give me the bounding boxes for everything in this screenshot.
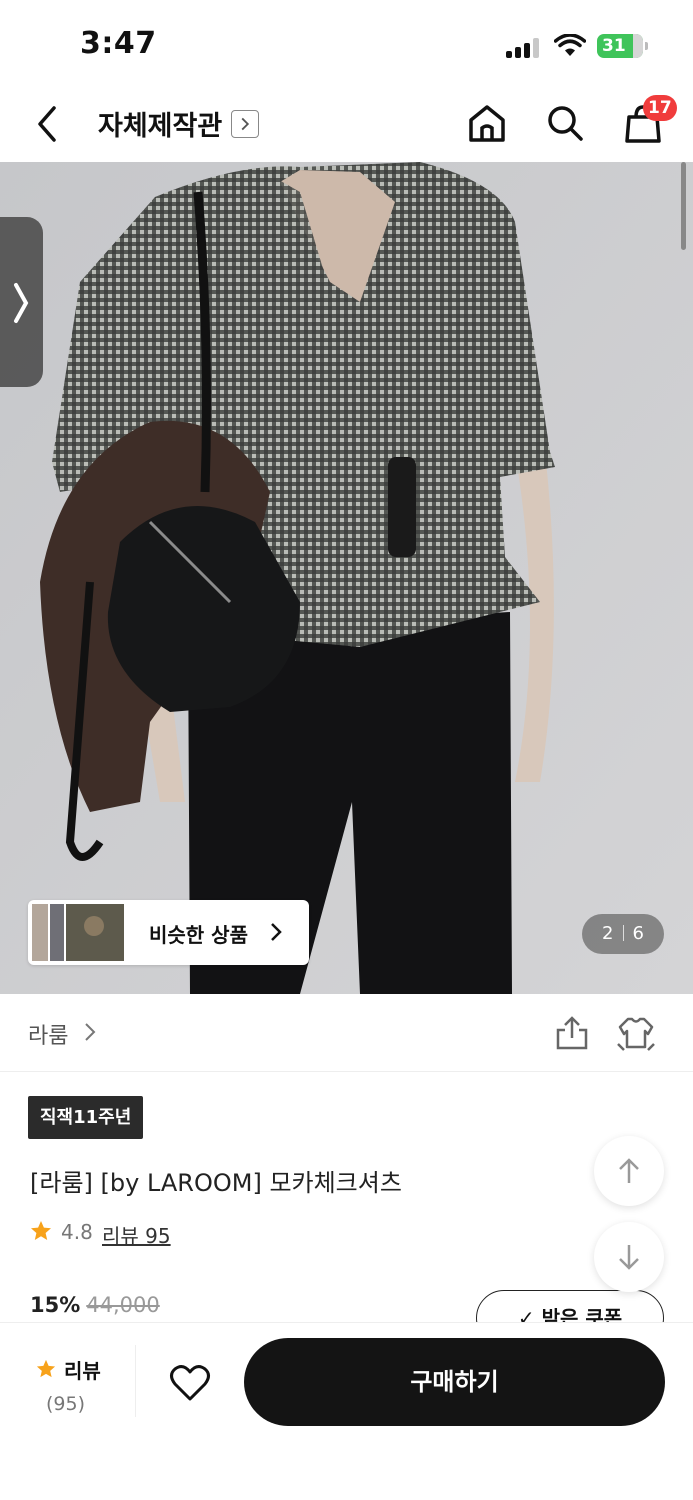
buy-button[interactable]: 구매하기 bbox=[244, 1338, 665, 1426]
chevron-right-icon bbox=[271, 923, 282, 941]
top-nav: 자체제작관 bbox=[0, 88, 693, 162]
review-summary-count: (95) bbox=[46, 1393, 86, 1415]
current-page: 2 bbox=[602, 923, 614, 944]
similar-thumbnails bbox=[32, 904, 124, 961]
battery-indicator: 31 bbox=[597, 34, 648, 58]
home-icon[interactable] bbox=[466, 102, 508, 144]
discount-rate: 15% bbox=[30, 1293, 81, 1317]
status-bar: 3:47 31 bbox=[0, 0, 693, 88]
side-panel-toggle[interactable] bbox=[0, 217, 43, 387]
cellular-signal-icon bbox=[506, 38, 542, 58]
rating-score: 4.8 bbox=[61, 1220, 93, 1244]
share-icon[interactable] bbox=[552, 1014, 592, 1052]
total-pages: 6 bbox=[632, 923, 644, 944]
scroll-top-button[interactable] bbox=[594, 1136, 664, 1206]
arrow-down-icon bbox=[619, 1245, 639, 1270]
original-price: 44,000 bbox=[86, 1293, 160, 1317]
chevron-right-icon[interactable] bbox=[84, 1022, 96, 1042]
scroll-bottom-button[interactable] bbox=[594, 1222, 664, 1292]
back-arrow-icon[interactable] bbox=[30, 102, 66, 146]
bottom-action-bar: 리뷰 (95) 구매하기 bbox=[0, 1322, 693, 1500]
battery-level: 31 bbox=[602, 36, 626, 56]
cart-count-badge: 17 bbox=[643, 95, 677, 121]
similar-products-label: 비슷한 상품 bbox=[149, 923, 248, 947]
image-page-counter: 26 bbox=[582, 914, 664, 954]
similar-products-button[interactable]: 비슷한 상품 bbox=[28, 900, 309, 965]
status-time: 3:47 bbox=[80, 26, 157, 61]
star-icon bbox=[31, 1221, 51, 1240]
brand-link[interactable]: 라룸 bbox=[28, 1018, 68, 1050]
search-icon[interactable] bbox=[544, 102, 586, 144]
brand-row: 라룸 bbox=[0, 994, 693, 1072]
review-summary-button[interactable]: 리뷰 (95) bbox=[34, 1353, 114, 1415]
star-icon bbox=[36, 1359, 56, 1378]
fitting-room-icon[interactable] bbox=[616, 1014, 656, 1052]
review-link[interactable]: 리뷰 95 bbox=[102, 1220, 171, 1249]
product-image-gallery[interactable]: 비슷한 상품 26 bbox=[0, 162, 693, 994]
heart-icon[interactable] bbox=[169, 1363, 211, 1403]
chevron-right-icon[interactable] bbox=[231, 110, 259, 138]
scroll-indicator bbox=[681, 162, 686, 250]
product-photo bbox=[0, 162, 693, 994]
page-title[interactable]: 자체제작관 bbox=[98, 104, 222, 143]
arrow-up-icon bbox=[619, 1158, 639, 1183]
chevron-right-icon bbox=[14, 283, 29, 323]
anniversary-tag: 직잭11주년 bbox=[28, 1096, 144, 1139]
divider bbox=[135, 1345, 136, 1417]
price-row: 15% 44,000 bbox=[30, 1293, 160, 1317]
product-name: [라룸] [by LAROOM] 모카체크셔츠 bbox=[30, 1169, 402, 1197]
review-summary-label: 리뷰 bbox=[64, 1359, 101, 1383]
wifi-icon bbox=[554, 34, 586, 56]
